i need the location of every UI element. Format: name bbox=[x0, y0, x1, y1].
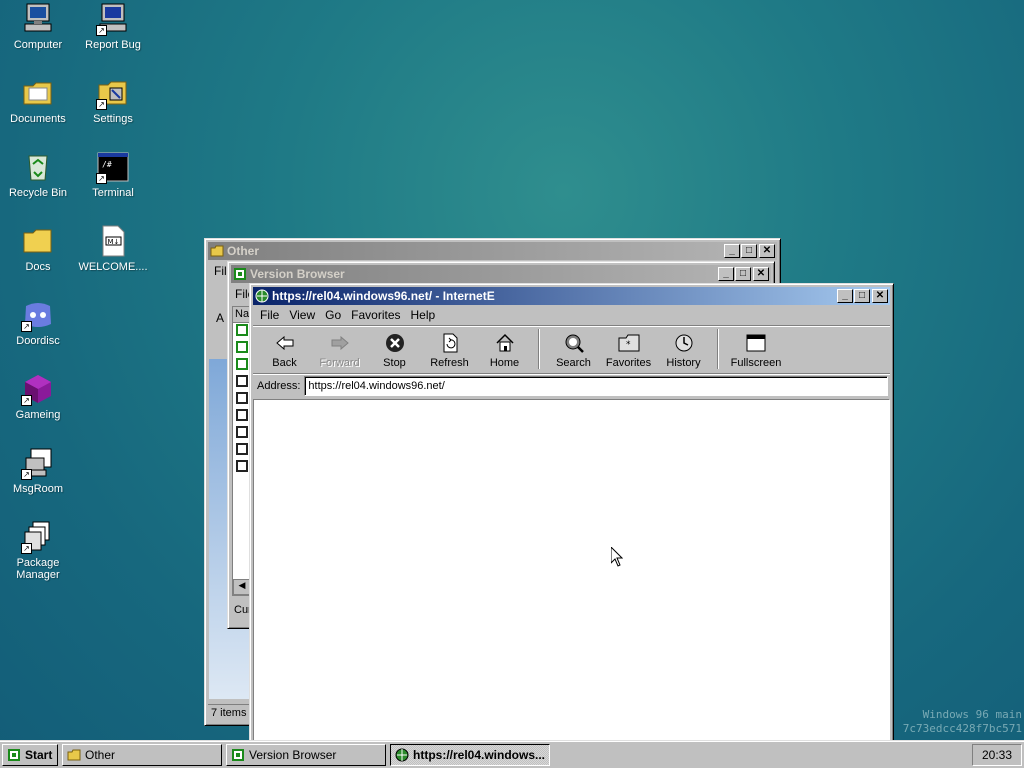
close-button[interactable]: ✕ bbox=[753, 267, 769, 281]
minimize-button[interactable]: _ bbox=[837, 289, 853, 303]
maximize-button[interactable]: □ bbox=[741, 244, 757, 258]
address-input[interactable]: https://rel04.windows96.net/ bbox=[304, 375, 888, 396]
address-label: Address: bbox=[257, 379, 301, 392]
back-arrow-icon bbox=[274, 332, 296, 354]
computer-icon bbox=[21, 2, 55, 36]
maximize-button[interactable]: □ bbox=[854, 289, 870, 303]
stop-button[interactable]: Stop bbox=[367, 332, 422, 369]
window-title: Other bbox=[227, 244, 260, 258]
stop-icon bbox=[384, 332, 406, 354]
settings-icon: ↗ bbox=[96, 76, 130, 110]
back-button[interactable]: Back bbox=[257, 332, 312, 369]
svg-text:/#: /# bbox=[102, 160, 112, 169]
globe-icon bbox=[395, 748, 409, 762]
doordisc-icon: ↗ bbox=[21, 298, 55, 332]
history-button[interactable]: History bbox=[656, 332, 711, 369]
menu-view[interactable]: View bbox=[284, 308, 320, 322]
favorites-folder-icon: * bbox=[618, 332, 640, 354]
titlebar[interactable]: https://rel04.windows96.net/ - InternetE… bbox=[253, 287, 890, 305]
toolbar: Back Forward Stop Refresh Home Search * … bbox=[253, 325, 890, 373]
titlebar[interactable]: Other _ □ ✕ bbox=[208, 242, 777, 260]
svg-text:M↓: M↓ bbox=[108, 238, 120, 246]
menu-go[interactable]: Go bbox=[320, 308, 346, 322]
toolbar-separator bbox=[538, 329, 540, 369]
menu-file[interactable]: File bbox=[255, 308, 284, 322]
desktop-icon-settings[interactable]: ↗ Settings bbox=[75, 76, 151, 125]
desktop-icon-welcome[interactable]: M↓ WELCOME.... bbox=[75, 224, 151, 273]
cube-icon: ↗ bbox=[21, 372, 55, 406]
address-label: A bbox=[216, 311, 225, 325]
forward-button[interactable]: Forward bbox=[312, 332, 367, 369]
start-button[interactable]: Start bbox=[2, 743, 58, 766]
desktop-icon-computer[interactable]: Computer bbox=[0, 2, 76, 51]
close-button[interactable]: ✕ bbox=[759, 244, 775, 258]
fullscreen-button[interactable]: Fullscreen bbox=[725, 332, 787, 369]
home-icon bbox=[494, 332, 516, 354]
desktop-icon-package-manager[interactable]: ↗ Package Manager bbox=[0, 520, 76, 581]
folder-icon bbox=[21, 224, 55, 258]
taskbar-item-other[interactable]: Other bbox=[62, 743, 222, 766]
start-logo-icon bbox=[7, 748, 21, 762]
mouse-cursor bbox=[610, 545, 624, 567]
desktop-icon-terminal[interactable]: /# ↗ Terminal bbox=[75, 150, 151, 199]
minimize-button[interactable]: _ bbox=[724, 244, 740, 258]
toolbar-separator bbox=[717, 329, 719, 369]
folder-documents-icon bbox=[21, 76, 55, 110]
window-title: Version Browser bbox=[250, 267, 345, 281]
markdown-file-icon: M↓ bbox=[96, 224, 130, 258]
desktop-icon-docs[interactable]: Docs bbox=[0, 224, 76, 273]
forward-arrow-icon bbox=[329, 332, 351, 354]
fullscreen-icon bbox=[745, 332, 767, 354]
desktop-icon-msgroom[interactable]: ↗ MsgRoom bbox=[0, 446, 76, 495]
menu-file[interactable]: Fil bbox=[214, 264, 227, 278]
svg-text:*: * bbox=[626, 340, 631, 350]
globe-icon bbox=[255, 289, 269, 303]
minimize-button[interactable]: _ bbox=[718, 267, 734, 281]
desktop-icon-doordisc[interactable]: ↗ Doordisc bbox=[0, 298, 76, 347]
window-browser[interactable]: https://rel04.windows96.net/ - InternetE… bbox=[249, 283, 894, 743]
close-button[interactable]: ✕ bbox=[872, 289, 888, 303]
search-button[interactable]: Search bbox=[546, 332, 601, 369]
taskbar-item-browser[interactable]: https://rel04.windows... bbox=[390, 743, 550, 766]
menubar: File View Go Favorites Help bbox=[253, 305, 890, 325]
menu-help[interactable]: Help bbox=[406, 308, 441, 322]
app-icon bbox=[231, 748, 245, 762]
addressbar: Address: https://rel04.windows96.net/ bbox=[253, 373, 890, 397]
history-icon bbox=[673, 332, 695, 354]
home-button[interactable]: Home bbox=[477, 332, 532, 369]
report-bug-icon: ↗ bbox=[96, 2, 130, 36]
app-icon bbox=[233, 267, 247, 281]
menu-favorites[interactable]: Favorites bbox=[346, 308, 405, 322]
system-clock[interactable]: 20:33 bbox=[972, 743, 1022, 766]
titlebar[interactable]: Version Browser _ □ ✕ bbox=[231, 265, 771, 283]
desktop-icon-documents[interactable]: Documents bbox=[0, 76, 76, 125]
terminal-icon: /# ↗ bbox=[96, 150, 130, 184]
recycle-bin-icon bbox=[21, 150, 55, 184]
desktop-icon-report-bug[interactable]: ↗ Report Bug bbox=[75, 2, 151, 51]
msgroom-icon: ↗ bbox=[21, 446, 55, 480]
desktop-icon-recycle-bin[interactable]: Recycle Bin bbox=[0, 150, 76, 199]
version-watermark: Windows 96 main 7c73edcc428f7bc571 bbox=[902, 708, 1022, 735]
desktop-icon-gameing[interactable]: ↗ Gameing bbox=[0, 372, 76, 421]
refresh-icon bbox=[439, 332, 461, 354]
status-text: 7 items bbox=[211, 707, 247, 719]
package-manager-icon: ↗ bbox=[21, 520, 55, 554]
page-content-area[interactable] bbox=[253, 399, 890, 742]
maximize-button[interactable]: □ bbox=[735, 267, 751, 281]
taskbar: Start Other Version Browser https://rel0… bbox=[0, 740, 1024, 768]
folder-icon bbox=[67, 748, 81, 762]
taskbar-item-version-browser[interactable]: Version Browser bbox=[226, 743, 386, 766]
window-title: https://rel04.windows96.net/ - InternetE bbox=[272, 289, 495, 303]
favorites-button[interactable]: * Favorites bbox=[601, 332, 656, 369]
search-icon bbox=[563, 332, 585, 354]
folder-icon bbox=[210, 244, 224, 258]
refresh-button[interactable]: Refresh bbox=[422, 332, 477, 369]
